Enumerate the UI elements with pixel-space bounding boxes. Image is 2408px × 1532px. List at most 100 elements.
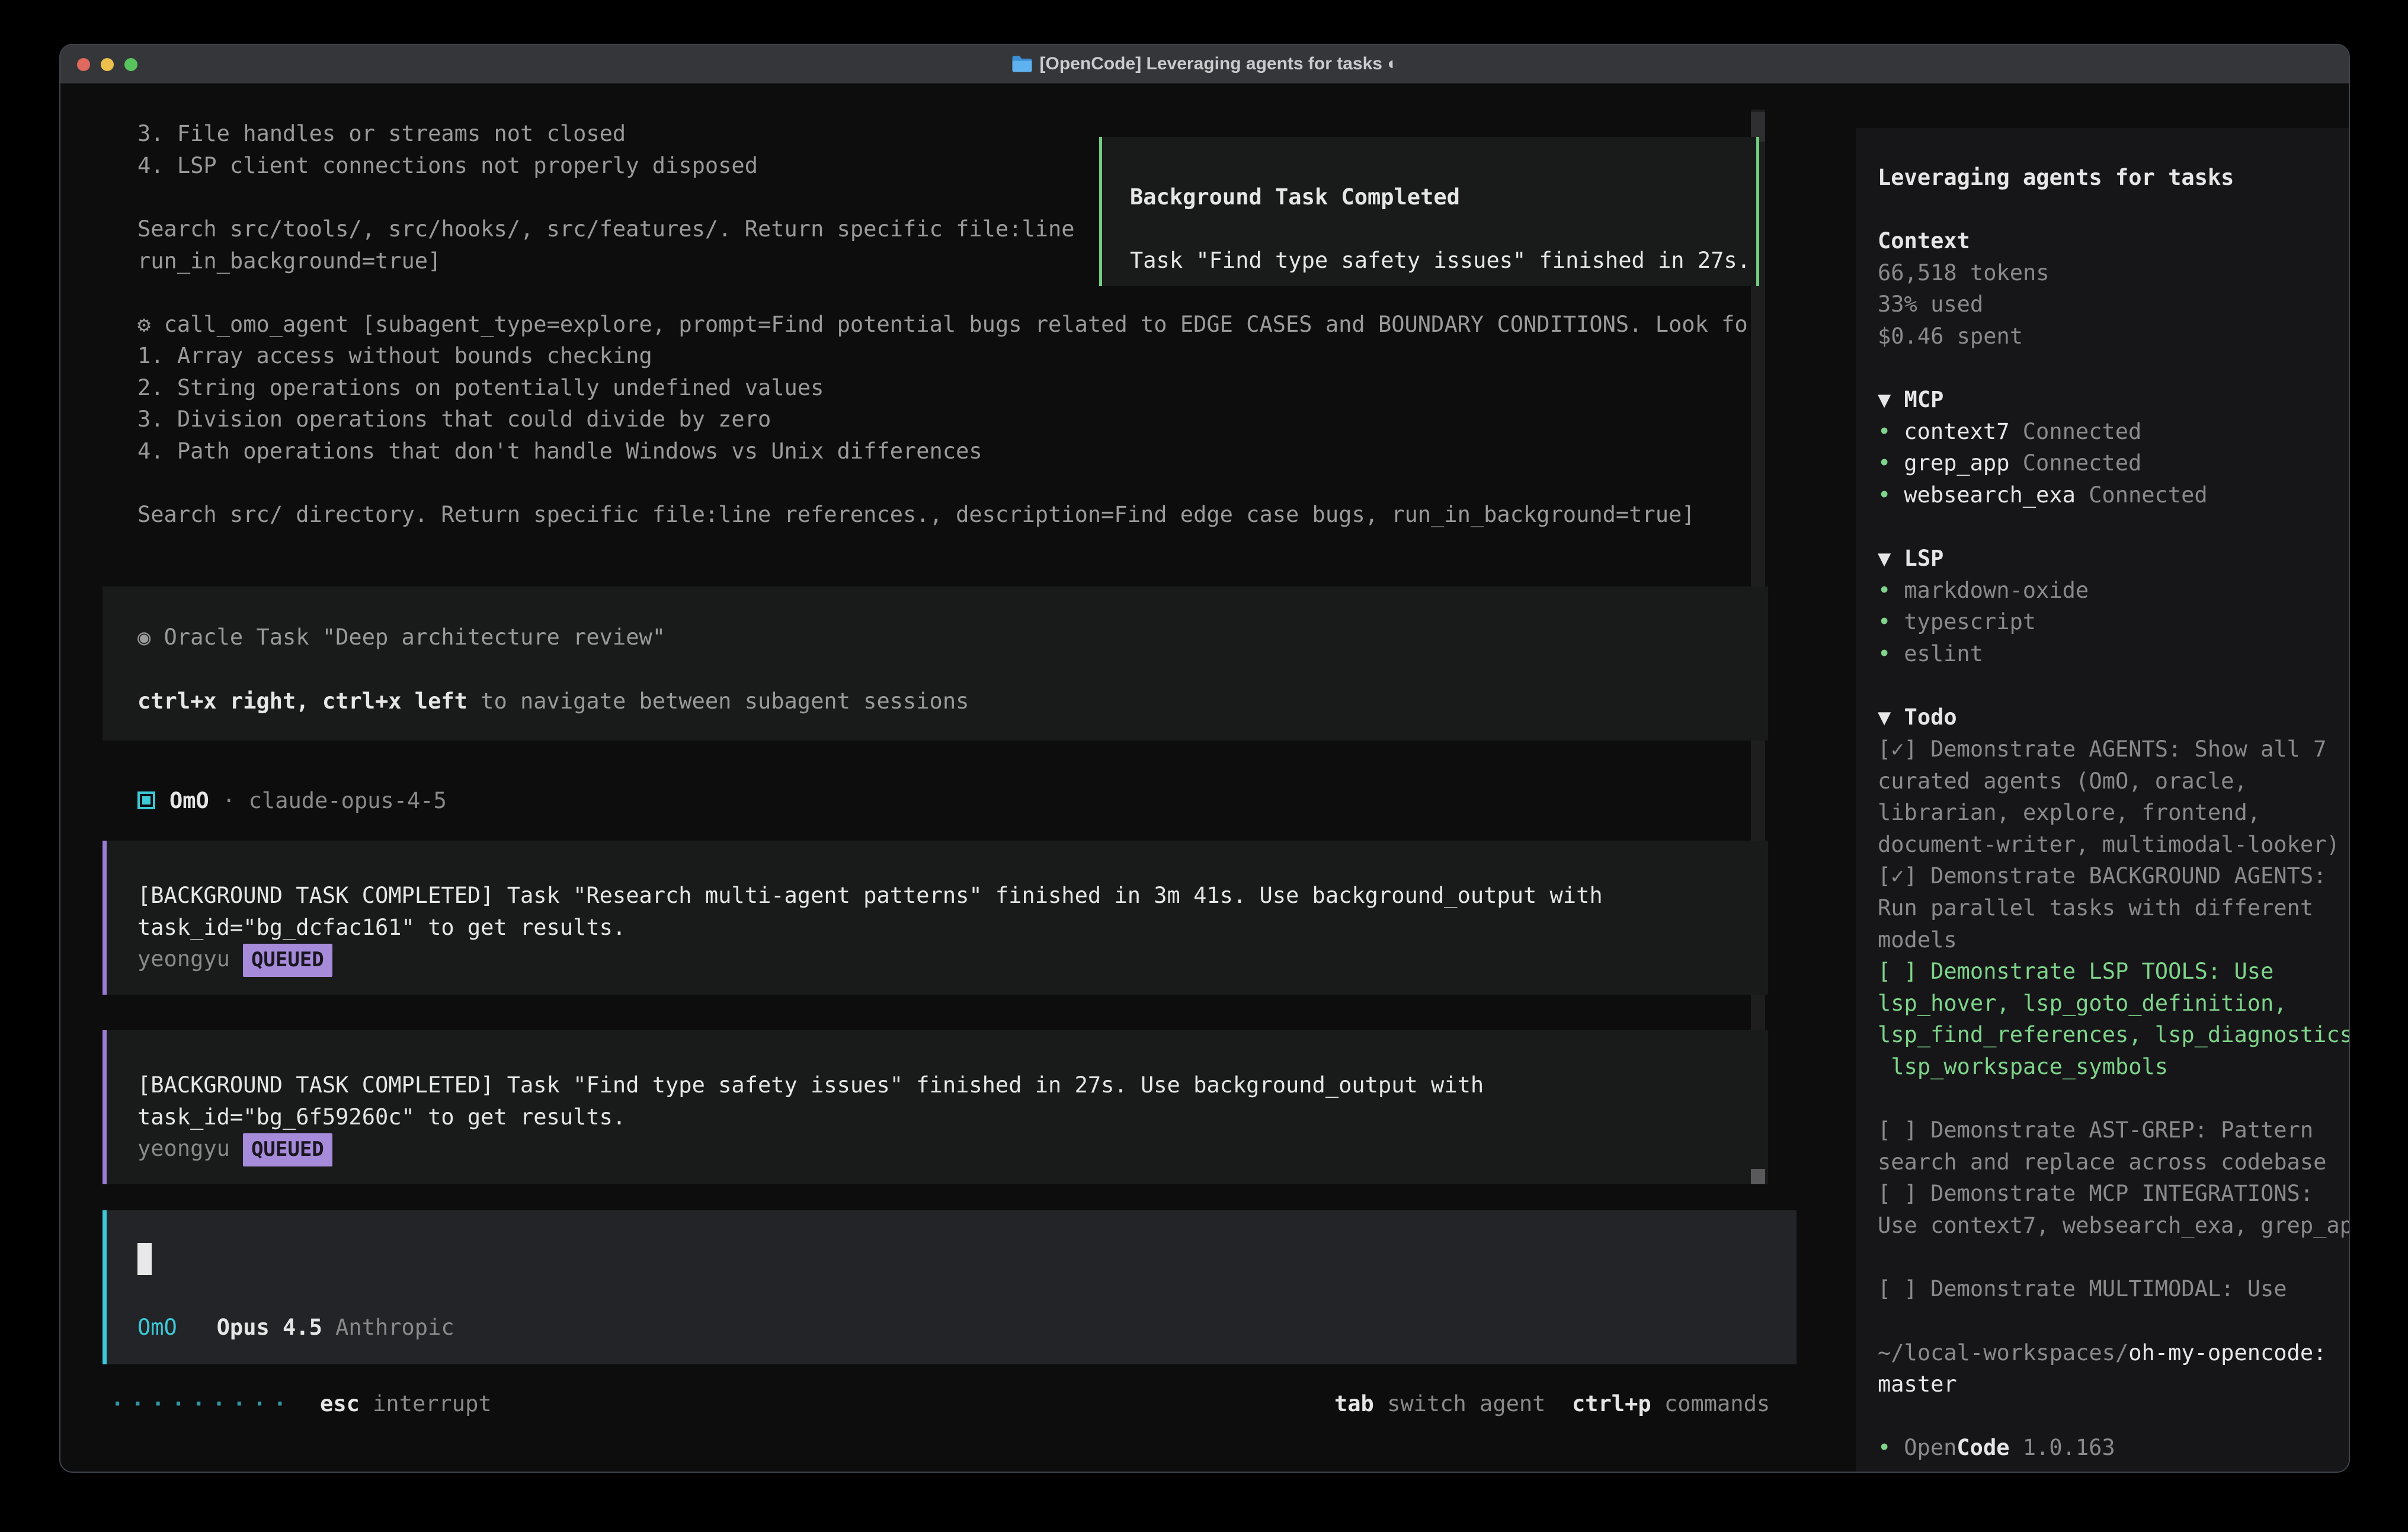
context-used: 33% used (1878, 289, 1983, 320)
git-branch: master (1878, 1368, 1957, 1400)
window-title: [OpenCode] Leveraging agents for tasks ◐ (1040, 54, 1398, 74)
todo-section-heading[interactable]: ▼ Todo (1878, 701, 1957, 733)
toast-title: Background Task Completed (1130, 181, 1460, 213)
task-message: [BACKGROUND TASK COMPLETED] Task "Resear… (103, 841, 1768, 995)
hint-keys: ctrl+x right, ctrl+x left (137, 688, 467, 714)
oracle-task-box: ◉ Oracle Task "Deep architecture review"… (103, 586, 1768, 741)
hint-rest: to navigate between subagent sessions (467, 688, 969, 714)
oracle-hint-line: ctrl+x right, ctrl+x left to navigate be… (137, 685, 969, 717)
green-dot-icon: • (1878, 450, 1891, 476)
minimize-button[interactable] (101, 58, 114, 71)
task-line2: task_id="bg_6f59260c" to get results. (137, 1101, 626, 1133)
task-user: yeongyu (137, 1136, 230, 1161)
lsp-name: typescript (1904, 609, 2036, 634)
esc-key-hint: esc (320, 1391, 360, 1416)
task-message: [BACKGROUND TASK COMPLETED] Task "Find t… (103, 1030, 1768, 1184)
mcp-name: grep_app (1904, 450, 2009, 476)
prompt-input[interactable]: OmO Opus 4.5 Anthropic (103, 1210, 1797, 1364)
terminal-window: [OpenCode] Leveraging agents for tasks ◐… (59, 44, 2350, 1473)
task-user: yeongyu (137, 946, 230, 972)
mcp-item: • grep_app Connected (1878, 447, 2141, 479)
mcp-section-heading[interactable]: ▼ MCP (1878, 384, 1943, 416)
todo-pending-items: [ ] Demonstrate AST-GREP: Pattern search… (1878, 1114, 2350, 1241)
lsp-section-heading[interactable]: ▼ LSP (1878, 543, 1943, 575)
session-title: Leveraging agents for tasks (1878, 162, 2234, 194)
tool-name: call_omo_agent (164, 312, 349, 337)
folder-icon (1011, 55, 1033, 73)
lsp-item: • eslint (1878, 638, 1983, 670)
lsp-name: markdown-oxide (1904, 578, 2089, 603)
mcp-status: Connected (2089, 482, 2207, 508)
bullseye-icon: ◉ (137, 624, 150, 650)
app-version: 1.0.163 (2023, 1435, 2115, 1460)
oracle-title-line: ◉ Oracle Task "Deep architecture review" (137, 621, 665, 653)
green-dot-icon: • (1878, 641, 1891, 666)
task-line2: task_id="bg_dcfac161" to get results. (137, 912, 626, 944)
traffic-lights (77, 45, 137, 84)
workspace-path: ~/local-workspaces/oh-my-opencode: (1878, 1337, 2326, 1369)
input-agent: OmO (137, 1315, 177, 1340)
task-line1: [BACKGROUND TASK COMPLETED] Task "Resear… (137, 880, 1603, 912)
esc-key-label: interrupt (373, 1391, 491, 1416)
mcp-item: • websearch_exa Connected (1878, 479, 2208, 511)
agent-separator: · (209, 788, 249, 813)
task-meta: yeongyu QUEUED (137, 943, 332, 977)
app-name-bold: Code (1956, 1435, 2009, 1460)
input-model: Opus 4.5 (217, 1315, 322, 1340)
green-dot-icon: • (1878, 578, 1891, 603)
mcp-name: websearch_exa (1904, 482, 2076, 508)
history-search-tail: Search src/tools/, src/hooks/, src/featu… (137, 213, 1075, 277)
path-repo: oh-my-opencode: (2128, 1340, 2326, 1366)
green-dot-icon: • (1878, 1435, 1891, 1460)
context-spent: $0.46 spent (1878, 320, 2023, 352)
ctrlp-key-label: commands (1664, 1391, 1770, 1416)
mcp-status: Connected (2023, 419, 2141, 444)
gear-icon: ⚙ (137, 312, 150, 337)
tool-args: [subagent_type=explore, prompt=Find pote… (348, 312, 1761, 337)
mcp-status: Connected (2023, 450, 2141, 476)
task-meta: yeongyu QUEUED (137, 1133, 332, 1166)
model-status-line: OmO Opus 4.5 Anthropic (137, 1312, 454, 1344)
path-prefix: ~/local-workspaces/ (1878, 1340, 2128, 1366)
spinner-dots: ········· (111, 1391, 293, 1416)
status-bar-right: tab switch agent ctrl+p commands (1334, 1388, 1770, 1420)
main-scrollbar-thumb-bottom[interactable] (1751, 1169, 1765, 1184)
mcp-name: context7 (1904, 419, 2009, 444)
zoom-button[interactable] (124, 58, 137, 71)
green-dot-icon: • (1878, 419, 1891, 444)
history-tail: 3. File handles or streams not closed 4.… (137, 118, 758, 181)
toast-body: Task "Find type safety issues" finished … (1130, 245, 1750, 277)
agent-header: OmO · claude-opus-4-5 (137, 785, 447, 817)
green-dot-icon: • (1878, 482, 1891, 508)
close-button[interactable] (77, 58, 90, 71)
status-bar-left: ········· esc interrupt (111, 1388, 492, 1420)
green-dot-icon: • (1878, 609, 1891, 634)
titlebar: [OpenCode] Leveraging agents for tasks ◐ (60, 45, 2349, 84)
context-tokens: 66,518 tokens (1878, 257, 2050, 289)
lsp-name: eslint (1904, 641, 1983, 666)
status-badge: QUEUED (243, 1133, 332, 1166)
desktop: [OpenCode] Leveraging agents for tasks ◐… (0, 0, 2408, 1532)
version-line: • OpenCode 1.0.163 (1878, 1432, 2115, 1464)
context-heading: Context (1878, 225, 1970, 257)
text-cursor (137, 1243, 152, 1275)
tool-call-line: ⚙ call_omo_agent [subagent_type=explore,… (137, 309, 1761, 341)
window-title-group: [OpenCode] Leveraging agents for tasks ◐ (1011, 54, 1398, 74)
background-task-toast: Background Task Completed Task "Find typ… (1099, 137, 1759, 286)
status-badge: QUEUED (243, 944, 332, 977)
todo-done-items: [✓] Demonstrate AGENTS: Show all 7 curat… (1878, 733, 2340, 956)
agent-square-icon (137, 791, 155, 809)
oracle-title: Oracle Task "Deep architecture review" (150, 624, 665, 650)
app-name-dim: Open (1904, 1435, 1956, 1460)
lsp-item: • typescript (1878, 606, 2036, 638)
agent-name: OmO (169, 788, 209, 813)
input-provider: Anthropic (335, 1315, 454, 1340)
mcp-item: • context7 Connected (1878, 416, 2141, 448)
todo-multimodal-item: [ ] Demonstrate MULTIMODAL: Use (1878, 1273, 2287, 1305)
todo-active-item: [ ] Demonstrate LSP TOOLS: Use lsp_hover… (1878, 956, 2350, 1082)
agent-model: claude-opus-4-5 (249, 788, 447, 813)
tab-key-label: switch agent (1387, 1391, 1545, 1416)
task-line1: [BACKGROUND TASK COMPLETED] Task "Find t… (137, 1069, 1484, 1101)
tab-key-hint: tab (1334, 1391, 1374, 1416)
sidebar: Leveraging agents for tasks Context 66,5… (1856, 128, 2350, 1473)
